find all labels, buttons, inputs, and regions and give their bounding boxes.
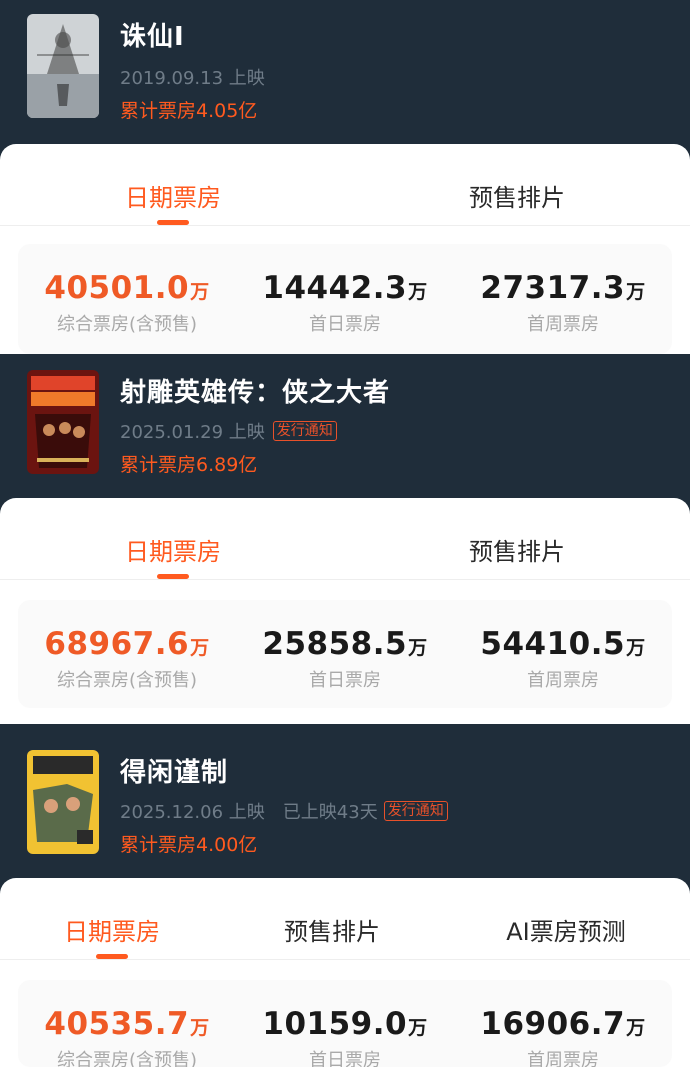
release-date: 2019.09.13 上映 (120, 68, 265, 89)
stat-value: 14442.3 (262, 270, 408, 306)
stat-label: 综合票房(含预售) (56, 1050, 198, 1067)
stat-unit: 万 (626, 637, 646, 659)
stat-first-week: 27317.3万 首周票房 (480, 270, 645, 336)
box-office-panel: 日期票房 预售排片 40501.0万 综合票房(含预售) 14442.3万 首日… (0, 144, 690, 354)
stats-card: 40535.7万 综合票房(含预售) 10159.0万 首日票房 16906.7… (18, 980, 672, 1067)
stat-first-day: 14442.3万 首日票房 (262, 270, 427, 336)
tab-daily-box-office[interactable]: 日期票房 (125, 178, 221, 213)
stat-first-week: 16906.7万 首周票房 (480, 1006, 645, 1067)
total-box-office: 累计票房4.00亿 (120, 834, 258, 856)
tab-presale-schedule[interactable]: 预售排片 (469, 532, 565, 567)
stat-first-day: 25858.5万 首日票房 (262, 626, 427, 692)
movie-poster-image (27, 370, 99, 474)
stat-unit: 万 (626, 281, 646, 303)
stat-label: 首日票房 (309, 314, 381, 335)
movie-header[interactable]: 诛仙Ⅰ 2019.09.13 上映 累计票房4.05亿 (0, 0, 690, 144)
box-office-panel: 日期票房 预售排片 68967.6万 综合票房(含预售) 25858.5万 首日… (0, 498, 690, 724)
tab-presale-schedule[interactable]: 预售排片 (284, 912, 380, 947)
tab-bar: 日期票房 预售排片 AI票房预测 (0, 878, 690, 960)
stat-value: 16906.7 (480, 1006, 626, 1042)
movie-poster-image (27, 14, 99, 118)
stat-total: 40501.0万 综合票房(含预售) (44, 270, 209, 336)
stat-value: 40501.0 (44, 270, 190, 306)
stat-first-week: 54410.5万 首周票房 (480, 626, 645, 692)
movie-header[interactable]: 得闲谨制 2025.12.06 上映 已上映43天 发行通知 累计票房4.00亿 (0, 724, 690, 878)
movie-poster[interactable] (27, 370, 99, 474)
stat-unit: 万 (190, 281, 210, 303)
stat-unit: 万 (408, 1017, 428, 1039)
stat-total: 40535.7万 综合票房(含预售) (44, 1006, 209, 1067)
movie-poster-image (27, 750, 99, 854)
stat-total: 68967.6万 综合票房(含预售) (44, 626, 209, 692)
stat-label: 首周票房 (527, 670, 599, 691)
stat-unit: 万 (408, 281, 428, 303)
stat-value: 27317.3 (480, 270, 626, 306)
movie-meta: 2025.01.29 上映 发行通知 (120, 418, 337, 444)
box-office-page: 诛仙Ⅰ 2019.09.13 上映 累计票房4.05亿 日期票房 预售排片 40… (0, 0, 690, 1067)
days-showing: 已上映43天 (282, 802, 378, 823)
stat-first-day: 10159.0万 首日票房 (262, 1006, 427, 1067)
stats-card: 40501.0万 综合票房(含预售) 14442.3万 首日票房 27317.3… (18, 244, 672, 354)
active-tab-indicator (157, 220, 189, 225)
active-tab-indicator (157, 574, 189, 579)
distribution-notice-badge[interactable]: 发行通知 (383, 801, 448, 821)
stat-unit: 万 (190, 1017, 210, 1039)
total-box-office: 累计票房4.05亿 (120, 100, 258, 122)
stat-label: 首周票房 (527, 314, 599, 335)
tab-ai-forecast[interactable]: AI票房预测 (506, 912, 626, 947)
stat-label: 首周票房 (527, 1050, 599, 1067)
movie-poster[interactable] (27, 750, 99, 854)
stat-unit: 万 (408, 637, 428, 659)
movie-meta: 2025.12.06 上映 已上映43天 发行通知 (120, 798, 448, 824)
tab-bar: 日期票房 预售排片 (0, 144, 690, 226)
distribution-notice-badge[interactable]: 发行通知 (272, 421, 337, 441)
movie-title[interactable]: 射雕英雄传：侠之大者 (120, 372, 390, 409)
movie-title[interactable]: 诛仙Ⅰ (120, 16, 185, 53)
release-date: 2025.01.29 上映 (120, 422, 265, 443)
stat-value: 54410.5 (480, 626, 626, 662)
active-tab-indicator (96, 954, 128, 959)
tab-presale-schedule[interactable]: 预售排片 (469, 178, 565, 213)
movie-title[interactable]: 得闲谨制 (120, 752, 228, 789)
stat-label: 综合票房(含预售) (56, 670, 198, 691)
movie-meta: 2019.09.13 上映 (120, 64, 265, 90)
box-office-panel: 日期票房 预售排片 AI票房预测 40535.7万 综合票房(含预售) 1015… (0, 878, 690, 1067)
tab-bar: 日期票房 预售排片 (0, 498, 690, 580)
stat-value: 10159.0 (262, 1006, 408, 1042)
tab-daily-box-office[interactable]: 日期票房 (125, 532, 221, 567)
total-box-office: 累计票房6.89亿 (120, 454, 258, 476)
stat-value: 25858.5 (262, 626, 408, 662)
stat-value: 68967.6 (44, 626, 190, 662)
stat-value: 40535.7 (44, 1006, 190, 1042)
movie-poster[interactable] (27, 14, 99, 118)
stat-label: 首日票房 (309, 1050, 381, 1067)
movie-header[interactable]: 射雕英雄传：侠之大者 2025.01.29 上映 发行通知 累计票房6.89亿 (0, 354, 690, 498)
tab-daily-box-office[interactable]: 日期票房 (64, 912, 160, 947)
stat-label: 首日票房 (309, 670, 381, 691)
stats-card: 68967.6万 综合票房(含预售) 25858.5万 首日票房 54410.5… (18, 600, 672, 708)
stat-unit: 万 (190, 637, 210, 659)
release-date: 2025.12.06 上映 (120, 802, 265, 823)
stat-label: 综合票房(含预售) (56, 314, 198, 335)
stat-unit: 万 (626, 1017, 646, 1039)
